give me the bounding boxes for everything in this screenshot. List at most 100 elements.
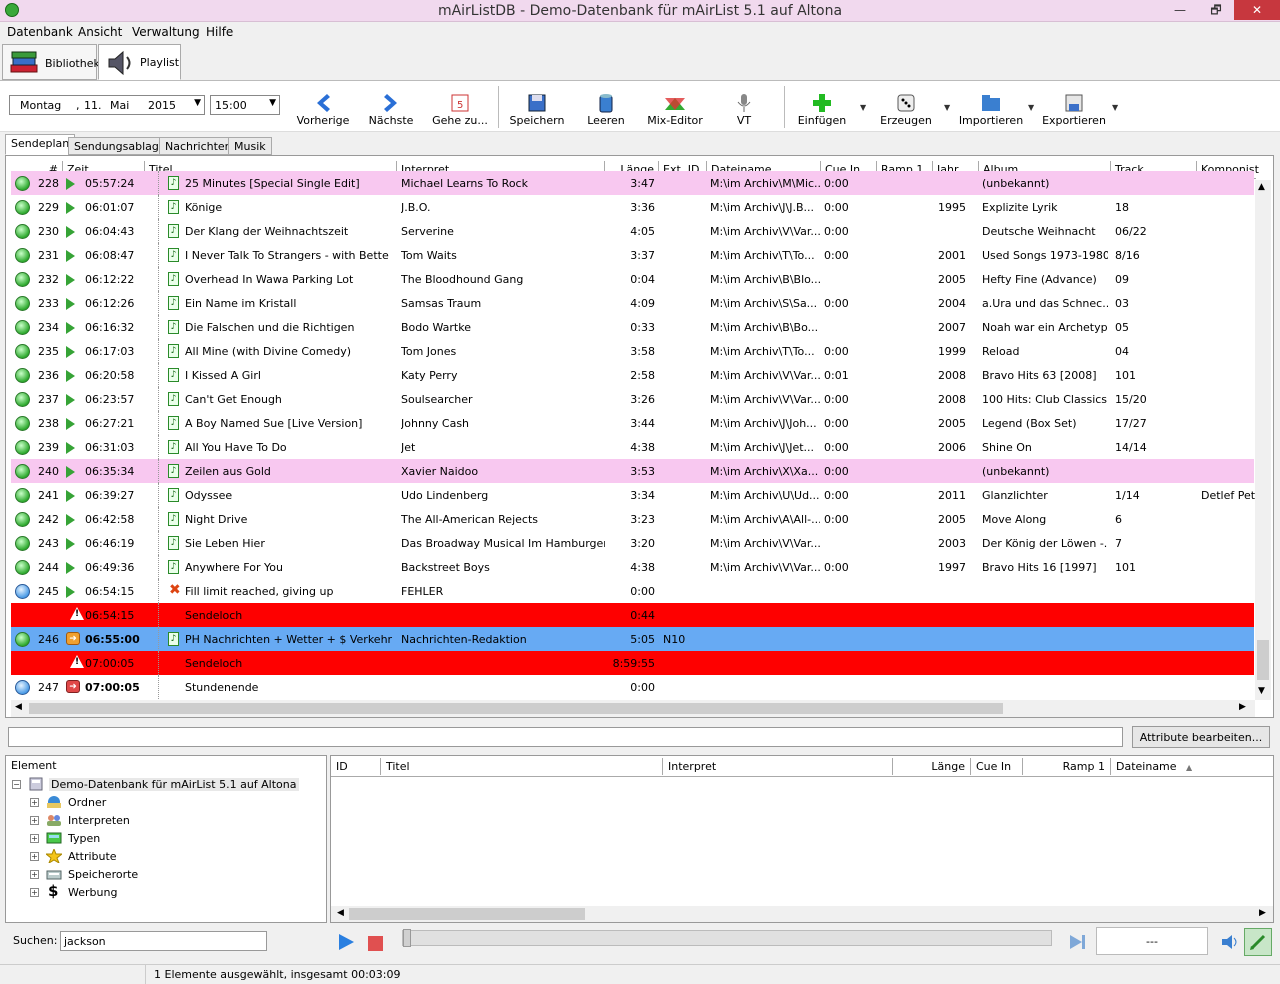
play-icon[interactable] [336,932,356,952]
menu-verwaltung[interactable]: Verwaltung [132,25,200,39]
scroll-right-icon[interactable]: ▶ [1259,908,1266,918]
lcol-id[interactable]: ID [331,758,381,775]
minimize-button[interactable]: — [1168,0,1192,20]
scroll-left-icon[interactable]: ◀ [337,908,344,918]
table-row[interactable]: ♪ 244 06:49:36 Anywhere For You Backstreet B… [11,555,1254,579]
expand-icon[interactable]: + [30,888,39,897]
table-row[interactable]: ! 07:00:05 Sendeloch 8:59:55 [11,651,1254,675]
table-row[interactable]: ♪ 232 06:12:22 Overhead In Wawa Parking Lot… [11,267,1254,291]
expand-icon[interactable]: + [30,816,39,825]
table-row[interactable]: ♪ 230 06:04:43 Der Klang der Weihnachtszeit… [11,219,1254,243]
table-row[interactable]: ✖ 245 06:54:15 Fill limit reached, giving u… [11,579,1254,603]
export-button[interactable]: Exportieren [1042,88,1106,132]
table-row[interactable]: ♪ 238 06:27:21 A Boy Named Sue [Live Versio… [11,411,1254,435]
table-row[interactable]: ♪ 237 06:23:57 Can't Get Enough Soulsearcher… [11,387,1254,411]
scroll-up-icon[interactable]: ▲ [1258,182,1265,192]
search-results-grid: ID Titel Interpret Länge Cue In Ramp 1 D… [330,755,1274,923]
lower-horizontal-scrollbar[interactable]: ◀ ▶ [331,906,1273,922]
skip-next-icon[interactable] [1068,933,1088,951]
next-button[interactable]: Nächste [364,88,418,132]
date-picker[interactable]: Montag , 11. Mai 2015 ▼ [9,95,205,115]
attribute-input[interactable] [8,727,1123,747]
lower-scroll-thumb[interactable] [349,908,585,920]
chevron-down-icon[interactable]: ▼ [269,98,276,108]
table-row[interactable]: ♪ 228 05:57:24 25 Minutes [Special Single E… [11,171,1254,195]
tab-sendungsablage[interactable]: Sendungsablage [68,137,172,155]
cell-length: 3:37 [630,249,655,262]
edit-mode-button[interactable] [1244,928,1272,956]
table-row[interactable]: ♪ 231 06:08:47 I Never Talk To Strangers - … [11,243,1254,267]
clear-button[interactable]: Leeren [578,88,634,132]
lcol-title[interactable]: Titel [381,758,663,775]
position-slider-thumb[interactable] [403,929,411,947]
scroll-right-icon[interactable]: ▶ [1239,702,1246,712]
close-button[interactable]: ✕ [1234,0,1280,20]
vertical-scrollbar[interactable]: ▲ ▼ [1255,180,1271,700]
table-row[interactable]: ♪ 235 06:17:03 All Mine (with Divine Comedy… [11,339,1254,363]
export-dropdown-icon[interactable]: ▼ [1112,103,1118,112]
tree-item-interpreten[interactable]: Interpreten [68,814,130,827]
table-row[interactable]: ♪ 240 06:35:34 Zeilen aus Gold Xavier Naidoo… [11,459,1254,483]
import-button[interactable]: Importieren [958,88,1024,132]
scroll-down-icon[interactable]: ▼ [1258,686,1265,696]
vertical-scroll-thumb[interactable] [1257,640,1269,680]
tab-nachrichten[interactable]: Nachrichten [159,137,238,155]
expand-icon[interactable]: + [30,798,39,807]
search-input[interactable]: jackson [60,931,267,951]
menu-hilfe[interactable]: Hilfe [206,25,233,39]
table-row[interactable]: ➜ ♪ 246 06:55:00 PH Nachrichten + Wetter + $… [11,627,1254,651]
save-button[interactable]: Speichern [508,88,566,132]
expand-icon[interactable]: + [30,870,39,879]
volume-icon[interactable] [1220,933,1240,951]
lcol-artist[interactable]: Interpret [663,758,893,775]
table-row[interactable]: ♪ 229 06:01:07 Könige J.B.O. 3:36 M:\im Archiv… [11,195,1254,219]
stop-icon[interactable] [366,934,386,952]
edit-attributes-button[interactable]: Attribute bearbeiten... [1132,726,1270,748]
insert-button[interactable]: Einfügen [794,88,850,132]
insert-dropdown-icon[interactable]: ▼ [860,103,866,112]
table-row[interactable]: ♪ 234 06:16:32 Die Falschen und die Richtig… [11,315,1254,339]
chevron-down-icon[interactable]: ▼ [194,98,201,108]
import-dropdown-icon[interactable]: ▼ [1028,103,1034,112]
horizontal-scrollbar[interactable]: ◀ ▶ [11,700,1255,717]
lcol-ramp[interactable]: Ramp 1 [1023,758,1111,775]
generate-button[interactable]: Erzeugen [876,88,936,132]
tab-playlist[interactable]: Playlist [98,44,181,80]
previous-button[interactable]: Vorherige [296,88,350,132]
table-row[interactable]: ♪ 233 06:12:26 Ein Name im Kristall Samsas T… [11,291,1254,315]
menu-ansicht[interactable]: Ansicht [78,25,122,39]
expand-icon[interactable]: + [30,834,39,843]
table-row[interactable]: ♪ 242 06:42:58 Night Drive The All-American … [11,507,1254,531]
goto-button[interactable]: 5 Gehe zu... [430,88,490,132]
tree-item-typen[interactable]: Typen [68,832,100,845]
tab-musik[interactable]: Musik [228,137,272,155]
lcol-length[interactable]: Länge [893,758,971,775]
table-row[interactable]: ♪ 241 06:39:27 Odyssee Udo Lindenberg 3:34 M:\… [11,483,1255,507]
tree-item-ordner[interactable]: Ordner [68,796,106,809]
table-row[interactable]: ♪ 243 06:46:19 Sie Leben Hier Das Broadway M… [11,531,1254,555]
collapse-icon[interactable]: − [12,780,21,789]
table-row[interactable]: ! 06:54:15 Sendeloch 0:44 [11,603,1254,627]
expand-icon[interactable]: + [30,852,39,861]
vt-button[interactable]: VT [720,88,768,132]
maximize-button[interactable]: 🗗 [1204,0,1228,20]
lcol-filename[interactable]: Dateiname ▲ [1111,758,1271,775]
tree-item-speicherorte[interactable]: Speicherorte [68,868,138,881]
generate-dropdown-icon[interactable]: ▼ [944,103,950,112]
tab-bibliothek[interactable]: Bibliothek [2,44,100,80]
sort-ascending-icon: ▲ [1186,763,1193,772]
tab-sendeplan[interactable]: Sendeplan [5,134,76,155]
table-row[interactable]: ♪ 236 06:20:58 I Kissed A Girl Katy Perry 2:5… [11,363,1254,387]
mix-editor-button[interactable]: Mix-Editor [644,88,706,132]
lcol-cuein[interactable]: Cue In [971,758,1023,775]
scroll-left-icon[interactable]: ◀ [15,702,22,712]
time-select[interactable]: 15:00 ▼ [210,95,280,115]
tree-item-werbung[interactable]: Werbung [68,886,117,899]
horizontal-scroll-thumb[interactable] [29,703,1003,714]
table-row[interactable]: ➜ 247 07:00:05 Stundenende 0:00 [11,675,1254,699]
position-slider[interactable] [402,929,1052,947]
tree-item-attribute[interactable]: Attribute [68,850,117,863]
table-row[interactable]: ♪ 239 06:31:03 All You Have To Do Jet 4:38 M:\… [11,435,1254,459]
menu-datenbank[interactable]: Datenbank [7,25,73,39]
tree-root[interactable]: Demo-Datenbank für mAirList 5.1 auf Alto… [49,778,299,791]
